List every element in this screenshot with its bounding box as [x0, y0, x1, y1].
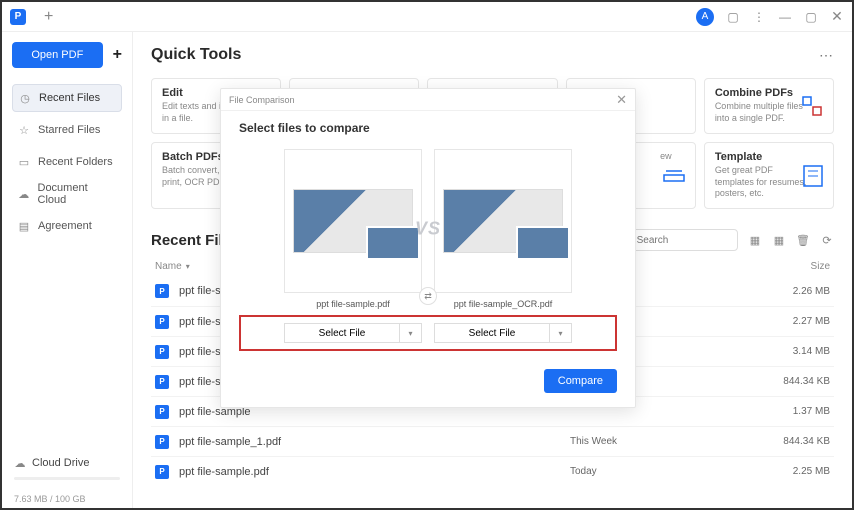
cloud-drive-label: Cloud Drive	[32, 457, 89, 469]
pdf-file-icon: P	[155, 405, 169, 419]
tool-desc: Get great PDF templates for resumes, pos…	[715, 165, 810, 200]
pdf-file-icon: P	[155, 345, 169, 359]
folder-icon: ▭	[18, 156, 30, 168]
view-list-icon[interactable]: ▦	[748, 233, 762, 247]
swap-files-button[interactable]: ⇄	[419, 287, 437, 305]
modal-close-button[interactable]: ✕	[616, 92, 627, 108]
file-date: Today	[570, 466, 750, 477]
modal-title: Select files to compare	[239, 121, 617, 135]
view-grid-icon[interactable]: ▦	[772, 233, 786, 247]
file-size: 2.26 MB	[750, 286, 830, 297]
file-size: 2.25 MB	[750, 466, 830, 477]
file-size: 3.14 MB	[750, 346, 830, 357]
more-icon[interactable]: ⋮	[752, 10, 766, 24]
window-maximize[interactable]: ▢	[804, 10, 818, 24]
pdf-file-icon: P	[155, 435, 169, 449]
cloud-drive-section[interactable]: ☁ Cloud Drive	[12, 453, 122, 473]
file-comparison-modal: File Comparison ✕ Select files to compar…	[220, 88, 636, 408]
pdf-file-icon: P	[155, 315, 169, 329]
file-name: ppt file-sample_1.pdf	[179, 436, 570, 448]
file-size: 1.37 MB	[750, 406, 830, 417]
quick-tools-more-icon[interactable]: ⋯	[819, 47, 834, 64]
search-input[interactable]	[637, 235, 729, 246]
view-refresh-icon[interactable]: ⟳	[820, 233, 834, 247]
right-file-name: ppt file-sample_OCR.pdf	[434, 299, 572, 309]
app-icon: P	[10, 9, 26, 25]
quick-tools-title: Quick Tools	[151, 46, 241, 64]
select-file-highlight: Select File ▾ Select File ▾	[239, 315, 617, 351]
sidebar-item-starred-files[interactable]: ☆ Starred Files	[12, 116, 122, 144]
select-left-file-button[interactable]: Select File	[284, 323, 400, 343]
modal-header-title: File Comparison	[229, 95, 295, 105]
clock-icon: ◷	[19, 92, 31, 104]
sidebar-item-label: Recent Folders	[38, 156, 113, 168]
tool-card-combine[interactable]: Combine PDFs Combine multiple files into…	[704, 78, 834, 134]
profile-badge[interactable]: A	[696, 8, 714, 26]
column-size[interactable]: Size	[750, 261, 830, 272]
cloud-icon: ☁	[14, 457, 26, 469]
sidebar-item-agreement[interactable]: ▤ Agreement	[12, 212, 122, 240]
tool-desc: Combine multiple files into a single PDF…	[715, 101, 810, 124]
file-name: ppt file-sample.pdf	[179, 466, 570, 478]
titlebar: P + A ▢ ⋮ — ▢ ✕	[2, 2, 852, 32]
window-close[interactable]: ✕	[830, 10, 844, 24]
open-pdf-button[interactable]: Open PDF	[12, 42, 103, 68]
search-box[interactable]: ⌕	[618, 229, 738, 251]
feedback-icon[interactable]: ▢	[726, 10, 740, 24]
template-icon	[803, 165, 823, 187]
file-size: 2.27 MB	[750, 316, 830, 327]
file-size: 844.34 KB	[750, 376, 830, 387]
modal-header: File Comparison ✕	[221, 89, 635, 111]
left-file-thumbnail[interactable]	[284, 149, 422, 293]
sort-icon: ▾	[186, 262, 190, 271]
select-right-file-button[interactable]: Select File	[434, 323, 550, 343]
scanner-icon	[663, 167, 685, 185]
sidebar-item-recent-folders[interactable]: ▭ Recent Folders	[12, 148, 122, 176]
compare-button[interactable]: Compare	[544, 369, 617, 393]
pdf-file-icon: P	[155, 465, 169, 479]
star-icon: ☆	[18, 124, 30, 136]
storage-text: 7.63 MB / 100 GB	[14, 494, 120, 504]
sidebar-item-label: Recent Files	[39, 92, 100, 104]
sidebar-item-label: Starred Files	[38, 124, 100, 136]
new-tab-button[interactable]: +	[44, 8, 53, 26]
file-size: 844.34 KB	[750, 436, 830, 447]
tool-card-template[interactable]: Template Get great PDF templates for res…	[704, 142, 834, 209]
table-row[interactable]: Pppt file-sample_1.pdfThis Week844.34 KB	[151, 426, 834, 456]
add-button[interactable]: +	[113, 46, 122, 64]
select-right-dropdown[interactable]: ▾	[550, 323, 572, 343]
view-trash-icon[interactable]: 🗑	[796, 233, 810, 247]
storage-bar	[14, 477, 120, 480]
doc-icon: ▤	[18, 220, 30, 232]
sidebar-item-document-cloud[interactable]: ☁ Document Cloud	[12, 180, 122, 208]
sidebar-item-recent-files[interactable]: ◷ Recent Files	[12, 84, 122, 112]
table-row[interactable]: Pppt file-sample.pdfToday2.25 MB	[151, 456, 834, 486]
select-left-dropdown[interactable]: ▾	[400, 323, 422, 343]
sidebar-item-label: Agreement	[38, 220, 92, 232]
file-date: This Week	[570, 436, 750, 447]
sidebar-item-label: Document Cloud	[38, 182, 117, 206]
cloud-icon: ☁	[18, 188, 30, 200]
right-file-thumbnail[interactable]	[434, 149, 572, 293]
pdf-file-icon: P	[155, 375, 169, 389]
sidebar: Open PDF + ◷ Recent Files ☆ Starred File…	[2, 32, 133, 508]
left-file-name: ppt file-sample.pdf	[284, 299, 422, 309]
vs-label: VS	[415, 219, 441, 240]
combine-icon	[801, 95, 823, 117]
pdf-file-icon: P	[155, 284, 169, 298]
window-minimize[interactable]: —	[778, 10, 792, 24]
tool-title: Template	[715, 151, 823, 163]
